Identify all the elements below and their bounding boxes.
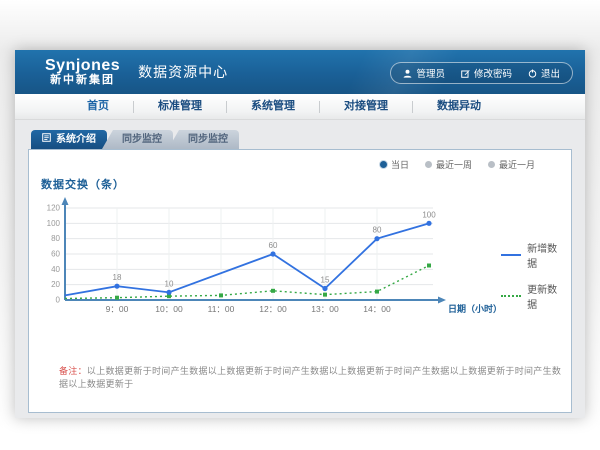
- svg-text:120: 120: [47, 204, 61, 213]
- nav-item-data-change[interactable]: 数据异动: [413, 94, 505, 119]
- nav-item-interface-mgmt[interactable]: 对接管理: [320, 94, 412, 119]
- legend-line-sample: [501, 254, 521, 256]
- svg-text:12：00: 12：00: [259, 304, 287, 314]
- app-window: Synjones 新中新集团 数据资源中心 管理员 修改密码 退出: [15, 50, 585, 418]
- svg-text:0: 0: [56, 296, 61, 305]
- radio-label: 最近一周: [436, 158, 472, 171]
- tab-label: 同步监控: [122, 130, 162, 149]
- chart-area: 0 20 40 60 80 100 120 9：00 10：00 11：00 12：00 13：00 1…: [45, 194, 563, 326]
- logo-primary: Synjones: [45, 58, 120, 75]
- svg-text:100: 100: [422, 210, 436, 219]
- company-logo: Synjones 新中新集团: [45, 58, 120, 86]
- radio-label: 当日: [391, 158, 409, 171]
- document-icon: [42, 130, 51, 149]
- radio-icon: [380, 161, 387, 168]
- app-title: 数据资源中心: [138, 62, 228, 82]
- legend-item-new-data: 新增数据: [501, 240, 563, 270]
- user-icon: [403, 69, 412, 78]
- chart-y-axis-title: 数据交换（条）: [41, 176, 563, 192]
- tab-label: 同步监控: [188, 130, 228, 149]
- svg-text:13：00: 13：00: [311, 304, 339, 314]
- svg-text:80: 80: [373, 226, 382, 235]
- header-bar: Synjones 新中新集团 数据资源中心 管理员 修改密码 退出: [15, 50, 585, 94]
- nav-item-system-mgmt[interactable]: 系统管理: [227, 94, 319, 119]
- line-chart: 0 20 40 60 80 100 120 9：00 10：00 11：00 12：00 13：00 1…: [45, 194, 501, 326]
- user-menu: 管理员 修改密码 退出: [390, 62, 573, 84]
- logo-secondary: 新中新集团: [45, 75, 120, 87]
- footnote: 备注：以上数据更新于时间产生数据以上数据更新于时间产生数据以上数据更新于时间产生…: [59, 364, 563, 390]
- change-password-button[interactable]: 修改密码: [461, 66, 512, 80]
- svg-text:80: 80: [51, 234, 60, 243]
- logout-button[interactable]: 退出: [528, 66, 560, 80]
- footnote-text: 以上数据更新于时间产生数据以上数据更新于时间产生数据以上数据更新于时间产生数据以…: [59, 366, 561, 389]
- svg-text:10: 10: [165, 279, 174, 288]
- user-account-button[interactable]: 管理员: [403, 66, 445, 80]
- svg-text:40: 40: [51, 265, 60, 274]
- username: 管理员: [416, 66, 445, 80]
- svg-text:20: 20: [51, 280, 60, 289]
- radio-label: 最近一月: [499, 158, 535, 171]
- radio-last-week[interactable]: 最近一周: [425, 158, 472, 171]
- tab-sync-monitor-2[interactable]: 同步监控: [168, 130, 239, 149]
- radio-today[interactable]: 当日: [380, 158, 409, 171]
- svg-text:10：00: 10：00: [155, 304, 183, 314]
- change-password-label: 修改密码: [474, 66, 512, 80]
- nav-item-home[interactable]: 首页: [63, 94, 133, 119]
- legend-label: 更新数据: [527, 281, 563, 311]
- svg-text:9：00: 9：00: [106, 304, 129, 314]
- main-nav: 首页 标准管理 系统管理 对接管理 数据异动: [15, 94, 585, 120]
- svg-text:11：00: 11：00: [208, 304, 235, 314]
- legend-item-update-data: 更新数据: [501, 281, 563, 311]
- nav-item-standard-mgmt[interactable]: 标准管理: [134, 94, 226, 119]
- svg-text:14：00: 14：00: [363, 304, 391, 314]
- svg-text:60: 60: [51, 250, 60, 259]
- svg-text:日期（小时）: 日期（小时）: [448, 303, 501, 314]
- tab-sync-monitor-1[interactable]: 同步监控: [102, 130, 173, 149]
- time-range-selector: 当日 最近一周 最近一月: [380, 158, 535, 171]
- radio-icon: [488, 161, 495, 168]
- legend-label: 新增数据: [527, 240, 563, 270]
- content-area: 系统介绍 同步监控 同步监控 当日 最近一周: [15, 120, 585, 413]
- tab-system-intro[interactable]: 系统介绍: [31, 130, 107, 149]
- logout-label: 退出: [541, 66, 560, 80]
- tab-label: 系统介绍: [56, 130, 96, 149]
- tab-bar: 系统介绍 同步监控 同步监控: [31, 130, 572, 149]
- chart-panel: 当日 最近一周 最近一月 数据交换（条） 0 20 40 60 80 100 120 9：00…: [28, 149, 572, 413]
- footnote-label: 备注：: [59, 366, 87, 376]
- legend-line-sample: [501, 295, 521, 297]
- svg-text:18: 18: [113, 273, 122, 282]
- edit-icon: [461, 69, 470, 78]
- chart-legend: 新增数据 更新数据: [501, 240, 563, 326]
- radio-icon: [425, 161, 432, 168]
- power-icon: [528, 69, 537, 78]
- svg-text:15: 15: [321, 276, 330, 285]
- radio-last-month[interactable]: 最近一月: [488, 158, 535, 171]
- svg-text:60: 60: [269, 241, 278, 250]
- svg-text:100: 100: [47, 219, 61, 228]
